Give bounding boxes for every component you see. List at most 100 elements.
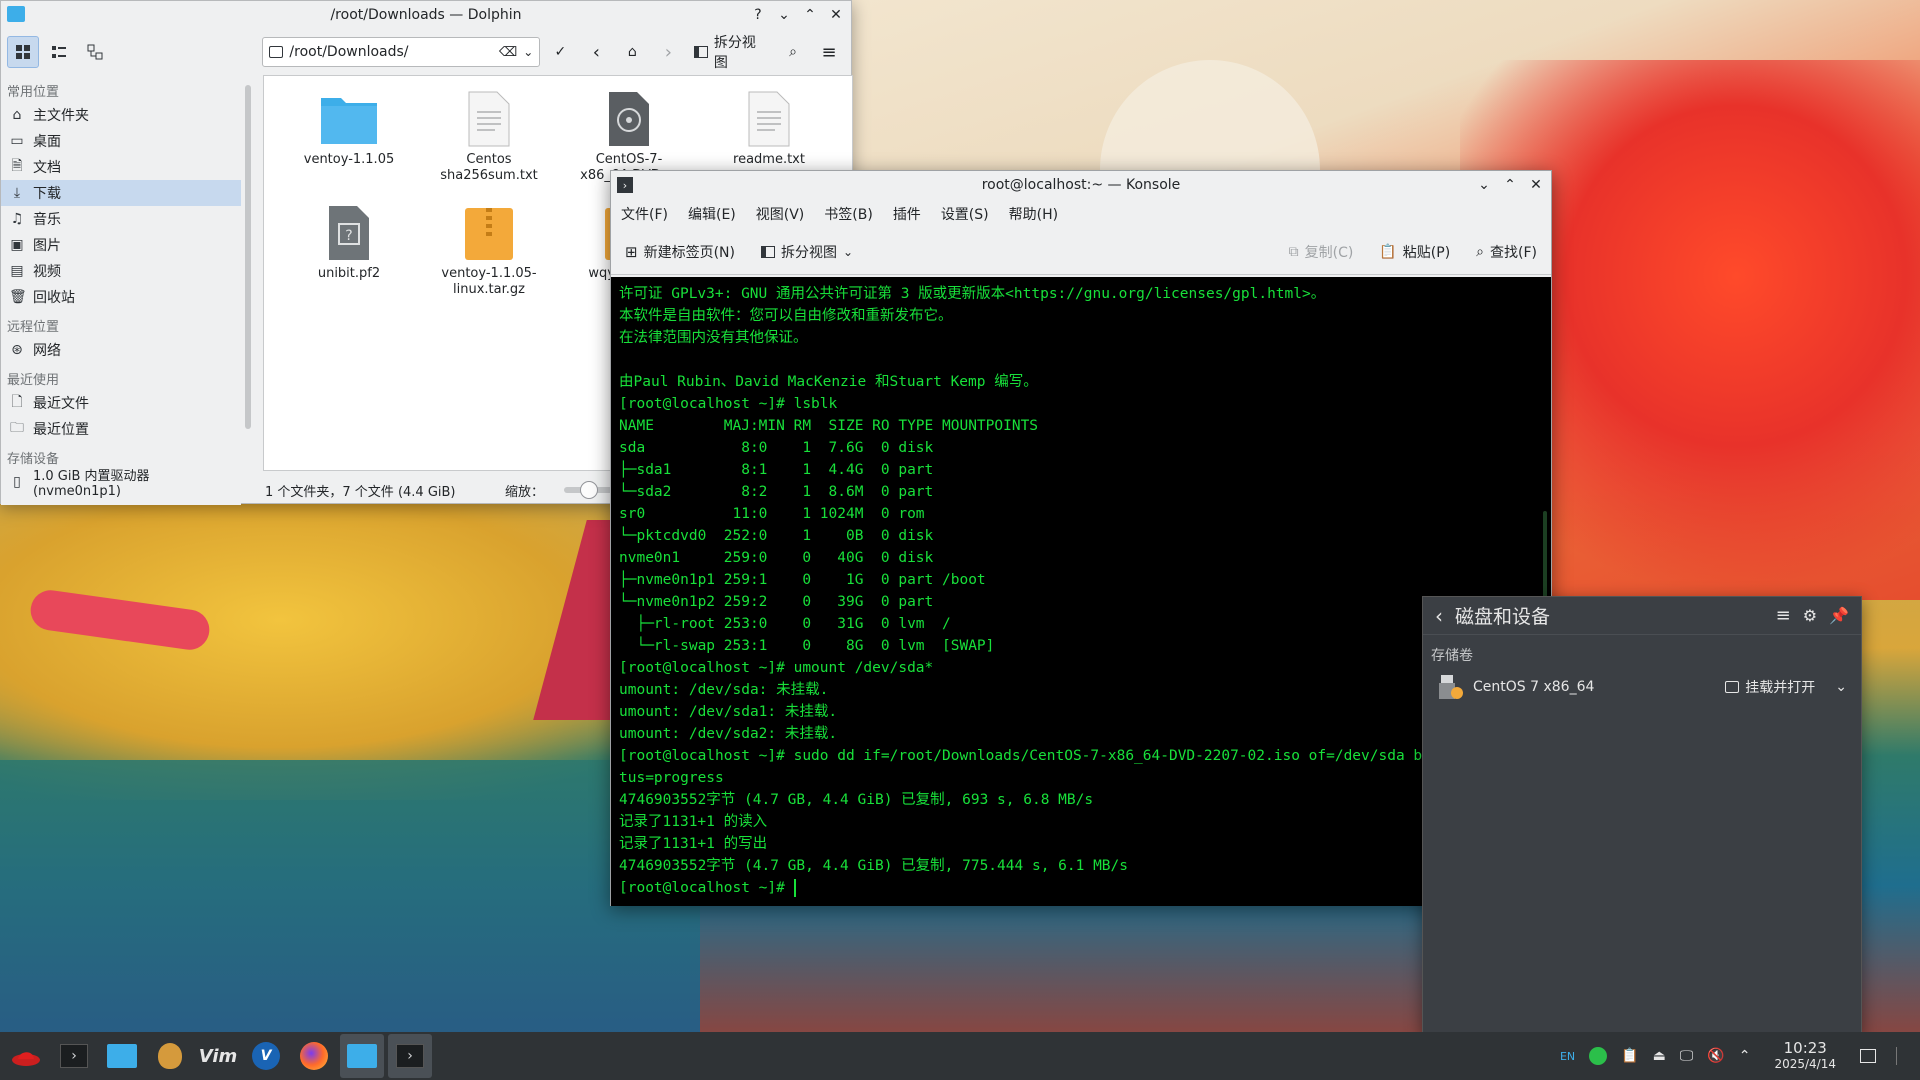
chevron-down-icon[interactable]: ⌄ bbox=[1835, 679, 1847, 695]
menu-plugins[interactable]: 插件 bbox=[893, 204, 921, 224]
sidebar-item-network[interactable]: ⊛ 网络 bbox=[1, 337, 241, 363]
sidebar-item-downloads[interactable]: ⤓ 下载 bbox=[1, 180, 241, 206]
location-bar[interactable]: /root/Downloads/ ⌫ ⌄ bbox=[262, 37, 541, 67]
sidebar-item-home[interactable]: ⌂ 主文件夹 bbox=[1, 102, 241, 128]
file-item[interactable]: ventoy-1.1.05 bbox=[284, 90, 414, 168]
confirm-location-button[interactable]: ✓ bbox=[544, 36, 576, 68]
music-icon: ♫ bbox=[10, 211, 24, 227]
compact-view-button[interactable] bbox=[43, 36, 75, 68]
show-desktop-icon[interactable] bbox=[1860, 1049, 1876, 1063]
sidebar-item-pictures[interactable]: ▣ 图片 bbox=[1, 232, 241, 258]
paste-button[interactable]: 📋 粘贴(P) bbox=[1373, 236, 1456, 268]
help-icon[interactable]: ? bbox=[749, 6, 767, 24]
terminal-line: [root@localhost ~]# lsblk bbox=[619, 396, 838, 412]
sidebar-scrollbar[interactable] bbox=[245, 85, 251, 429]
split-view-button[interactable]: 拆分视图 bbox=[688, 35, 773, 71]
sidebar-item-desktop[interactable]: ▭ 桌面 bbox=[1, 128, 241, 154]
sidebar-item-trash[interactable]: 🗑 回收站 bbox=[1, 284, 241, 310]
konsole-titlebar[interactable]: › root@localhost:~ — Konsole ⌄ ⌃ ✕ bbox=[611, 171, 1551, 199]
terminal-output[interactable]: 许可证 GPLv3+: GNU 通用公共许可证第 3 版或更新版本<https:… bbox=[611, 277, 1551, 906]
search-button[interactable]: ⌕ bbox=[777, 36, 809, 68]
folder-icon bbox=[347, 1044, 377, 1068]
unknown-file-icon: ? bbox=[329, 206, 369, 260]
sidebar-item-documents[interactable]: 🗎 文档 bbox=[1, 154, 241, 180]
home-button[interactable]: ⌂ bbox=[616, 36, 648, 68]
file-item[interactable]: Centos sha256sum.txt bbox=[424, 90, 554, 184]
menu-view[interactable]: 视图(V) bbox=[756, 204, 805, 224]
folder-icon bbox=[107, 1044, 137, 1068]
dolphin-titlebar[interactable]: /root/Downloads — Dolphin ? ⌄ ⌃ ✕ bbox=[1, 1, 851, 29]
menu-icon[interactable]: ≡ bbox=[1776, 605, 1791, 626]
terminal-line: └─rl-swap 253:1 0 8G 0 lvm [SWAP] bbox=[619, 638, 995, 654]
maximize-icon[interactable]: ⌃ bbox=[1501, 176, 1519, 194]
input-method-indicator[interactable]: EN bbox=[1560, 1050, 1575, 1063]
terminal-line: umount: /dev/sda2: 未挂载. bbox=[619, 726, 838, 742]
app-launcher-button[interactable] bbox=[4, 1034, 48, 1078]
sidebar-item-videos[interactable]: ▤ 视频 bbox=[1, 258, 241, 284]
file-name: unibit.pf2 bbox=[317, 266, 381, 281]
close-icon[interactable]: ✕ bbox=[1527, 176, 1545, 194]
device-row[interactable]: CentOS 7 x86_64 挂载并打开 ⌄ bbox=[1423, 669, 1861, 705]
terminal-line: ├─nvme0n1p1 259:1 0 1G 0 part /boot bbox=[619, 572, 986, 588]
file-name: readme.txt bbox=[733, 152, 805, 167]
taskbar-konsole-window[interactable]: › bbox=[388, 1034, 432, 1078]
text-file-icon bbox=[748, 91, 790, 147]
taskbar-vim[interactable]: Vim bbox=[196, 1034, 240, 1078]
menu-help[interactable]: 帮助(H) bbox=[1009, 204, 1058, 224]
minimize-icon[interactable]: ⌄ bbox=[775, 6, 793, 24]
sidebar-item-drive[interactable]: ▯ 1.0 GiB 内置驱动器 (nvme0n1p1) bbox=[1, 469, 241, 499]
taskbar-ark[interactable] bbox=[148, 1034, 192, 1078]
sidebar-item-recent-files[interactable]: 🗋 最近文件 bbox=[1, 390, 241, 416]
usb-device-icon[interactable]: ⏏ bbox=[1653, 1048, 1666, 1064]
copy-button[interactable]: ⧉ 复制(C) bbox=[1283, 236, 1360, 268]
menu-settings[interactable]: 设置(S) bbox=[941, 204, 989, 224]
clear-location-icon[interactable]: ⌫ bbox=[499, 45, 517, 60]
sidebar-item-music[interactable]: ♫ 音乐 bbox=[1, 206, 241, 232]
taskbar-firefox[interactable] bbox=[292, 1034, 336, 1078]
volume-muted-icon[interactable]: 🔇 bbox=[1707, 1048, 1724, 1064]
display-icon[interactable]: 🖵 bbox=[1680, 1048, 1694, 1064]
forward-button[interactable]: › bbox=[652, 36, 684, 68]
split-view-button[interactable]: 拆分视图 ⌄ bbox=[755, 236, 859, 268]
taskbar-dolphin-window[interactable] bbox=[340, 1034, 384, 1078]
minimize-icon[interactable]: ⌄ bbox=[1475, 176, 1493, 194]
vim-icon: Vim bbox=[198, 1045, 238, 1067]
dolphin-toolbar: /root/Downloads/ ⌫ ⌄ ✓ ‹ ⌂ › 拆分视图 ⌕ ≡ bbox=[1, 29, 851, 75]
menu-bookmarks[interactable]: 书签(B) bbox=[824, 204, 873, 224]
details-view-button[interactable] bbox=[79, 36, 111, 68]
new-tab-button[interactable]: ⊞ 新建标签页(N) bbox=[619, 236, 741, 268]
file-item[interactable]: ventoy-1.1.05-linux.tar.gz bbox=[424, 204, 554, 298]
menu-file[interactable]: 文件(F) bbox=[621, 204, 668, 224]
mount-open-button[interactable]: 挂载并打开 bbox=[1725, 677, 1815, 697]
vivaldi-icon: V bbox=[252, 1042, 280, 1070]
taskbar-vivaldi[interactable]: V bbox=[244, 1034, 288, 1078]
file-item[interactable]: ? unibit.pf2 bbox=[284, 204, 414, 282]
back-icon[interactable]: ‹ bbox=[1435, 604, 1443, 628]
terminal-line: [root@localhost ~]# umount /dev/sda* bbox=[619, 660, 934, 676]
icons-view-button[interactable] bbox=[7, 36, 39, 68]
tray-expand-icon[interactable]: ⌃ bbox=[1739, 1048, 1751, 1064]
compact-view-icon bbox=[52, 46, 66, 58]
hamburger-menu-button[interactable]: ≡ bbox=[813, 36, 845, 68]
clipboard-icon[interactable]: 📋 bbox=[1621, 1048, 1638, 1064]
file-name: Centos sha256sum.txt bbox=[440, 152, 538, 183]
find-button[interactable]: ⌕ 查找(F) bbox=[1470, 236, 1543, 268]
notifications-icon[interactable] bbox=[1896, 1047, 1906, 1065]
maximize-icon[interactable]: ⌃ bbox=[801, 6, 819, 24]
taskbar-konsole[interactable]: › bbox=[52, 1034, 96, 1078]
menu-edit[interactable]: 编辑(E) bbox=[688, 204, 736, 224]
configure-icon[interactable]: ⚙ bbox=[1803, 606, 1817, 625]
sidebar-item-recent-locations[interactable]: 🗀 最近位置 bbox=[1, 416, 241, 442]
clock[interactable]: 10:23 2025/4/14 bbox=[1774, 1040, 1836, 1072]
updates-icon[interactable] bbox=[1589, 1047, 1608, 1065]
konsole-toolbar: ⊞ 新建标签页(N) 拆分视图 ⌄ ⧉ 复制(C) 📋 粘贴(P) ⌕ 查找(F… bbox=[611, 229, 1551, 275]
back-button[interactable]: ‹ bbox=[580, 36, 612, 68]
taskbar-dolphin[interactable] bbox=[100, 1034, 144, 1078]
pin-icon[interactable]: 📌 bbox=[1829, 606, 1849, 625]
close-icon[interactable]: ✕ bbox=[827, 6, 845, 24]
section-remote-title: 远程位置 bbox=[7, 320, 60, 335]
zoom-slider-handle[interactable] bbox=[580, 481, 599, 499]
file-item[interactable]: readme.txt bbox=[704, 90, 834, 168]
usb-drive-icon bbox=[1439, 675, 1463, 699]
location-dropdown-icon[interactable]: ⌄ bbox=[523, 45, 533, 59]
